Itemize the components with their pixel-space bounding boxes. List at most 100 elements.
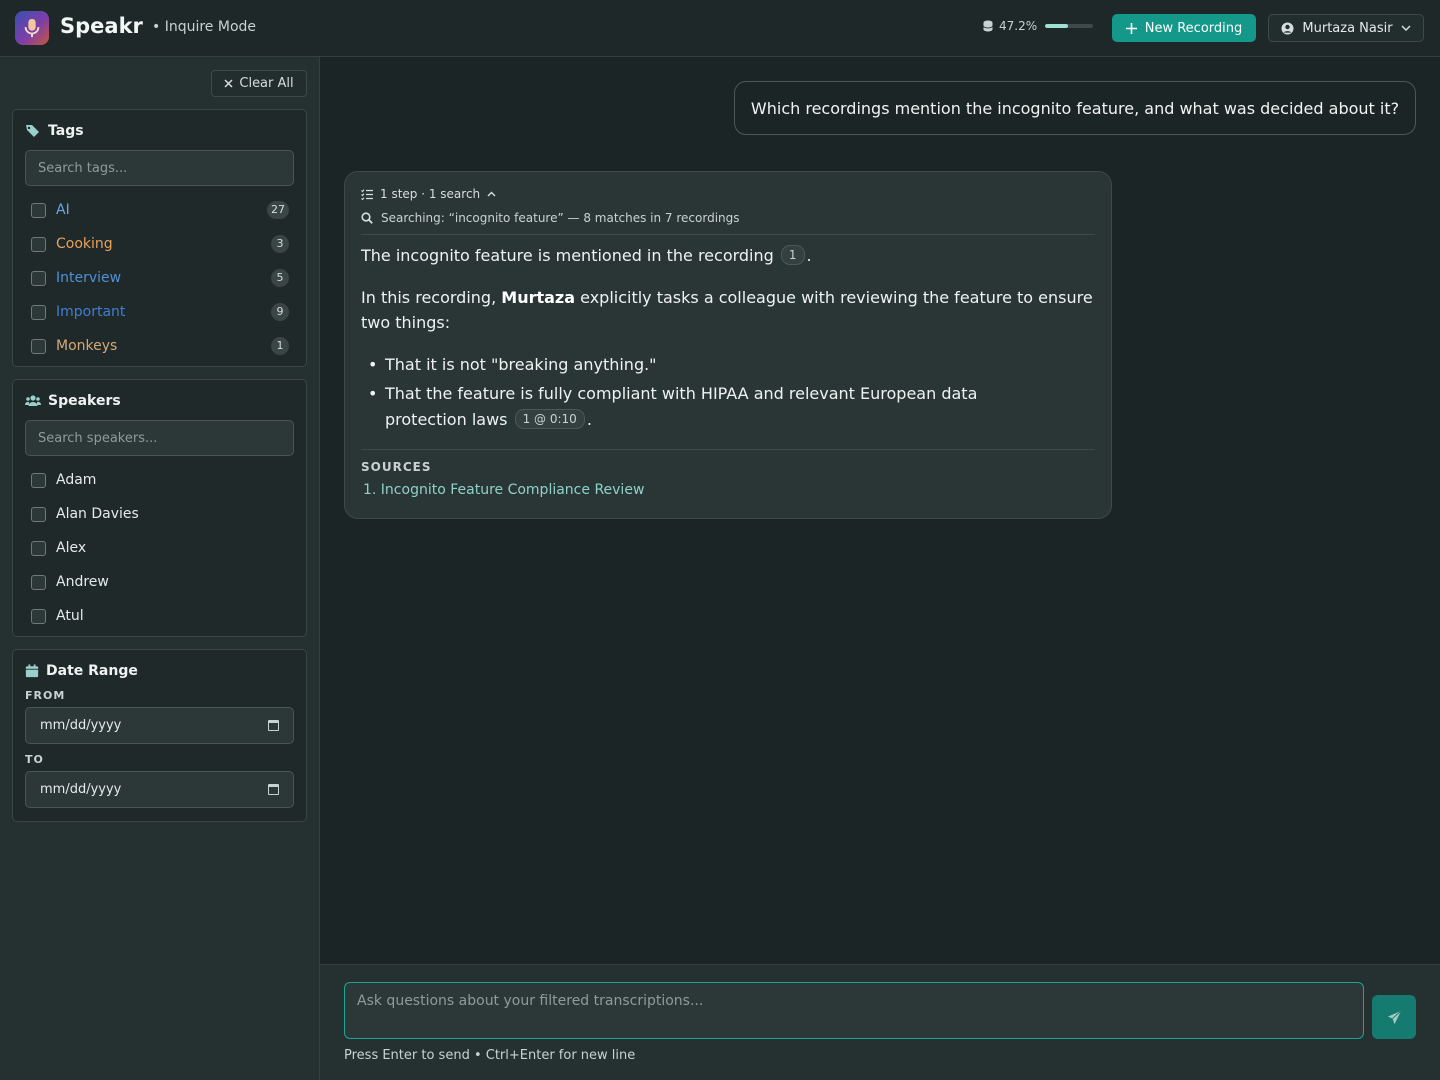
tag-checkbox[interactable]	[31, 304, 46, 320]
citation-badge[interactable]: 1 @ 0:10	[514, 409, 585, 429]
date-range-title: Date Range	[25, 663, 138, 679]
mode-label: • Inquire Mode	[152, 19, 257, 35]
tag-search-input[interactable]	[25, 150, 294, 186]
tag-checkbox[interactable]	[31, 270, 46, 286]
new-recording-button[interactable]: New Recording	[1112, 14, 1256, 42]
search-step-text: Searching: “incognito feature” — 8 match…	[381, 211, 740, 225]
user-circle-icon	[1281, 22, 1294, 34]
source-link[interactable]: 1. Incognito Feature Compliance Review	[363, 482, 644, 498]
app-title: Speakr	[60, 14, 143, 38]
storage-percent: 47.2%	[999, 19, 1038, 33]
answer-bullet-list: That it is not "breaking anything." That…	[361, 352, 1101, 436]
chat-input[interactable]	[344, 982, 1364, 1039]
calendar-icon	[25, 664, 39, 678]
speaker-checkbox[interactable]	[31, 472, 46, 488]
tag-label: Important	[56, 304, 126, 320]
speaker-checkbox[interactable]	[31, 574, 46, 590]
speaker-item[interactable]: Adam	[31, 470, 289, 490]
answer-paragraph: In this recording, Murtaza explicitly ta…	[361, 288, 1093, 332]
user-name: Murtaza Nasir	[1302, 20, 1393, 36]
sources-title: SOURCES	[361, 460, 432, 474]
users-icon	[25, 395, 41, 406]
tag-label: Monkeys	[56, 338, 118, 354]
tag-label: AI	[56, 202, 70, 218]
steps-label: 1 step · 1 search	[380, 187, 481, 201]
send-button[interactable]	[1372, 995, 1416, 1039]
tag-label: Interview	[56, 270, 122, 286]
search-icon	[361, 212, 373, 224]
speaker-highlight: Murtaza	[501, 288, 576, 307]
app-header: Speakr • Inquire Mode 47.2% New Recordin…	[0, 0, 1440, 57]
speaker-label: Alan Davies	[56, 506, 139, 522]
speaker-checkbox[interactable]	[31, 506, 46, 522]
answer-paragraph: The incognito feature is mentioned in th…	[361, 245, 812, 265]
tag-checkbox[interactable]	[31, 236, 46, 252]
tag-checkbox[interactable]	[31, 338, 46, 354]
clear-all-button[interactable]: Clear All	[211, 70, 307, 97]
new-recording-label: New Recording	[1144, 20, 1243, 36]
to-label: TO	[25, 753, 44, 766]
speaker-label: Alex	[56, 540, 87, 556]
tag-item-monkeys[interactable]: Monkeys 1	[31, 336, 289, 356]
user-menu-button[interactable]: Murtaza Nasir	[1268, 14, 1424, 42]
chevron-down-icon	[1401, 25, 1411, 31]
tag-count: 1	[271, 337, 289, 355]
speaker-item[interactable]: Alan Davies	[31, 504, 289, 524]
tag-label: Cooking	[56, 236, 113, 252]
app-logo	[15, 11, 49, 45]
tags-title: Tags	[25, 123, 84, 139]
speaker-search-input[interactable]	[25, 420, 294, 456]
speakers-title: Speakers	[25, 393, 121, 409]
tag-item-interview[interactable]: Interview 5	[31, 268, 289, 288]
microphone-icon	[24, 18, 40, 38]
tags-panel: Tags AI 27 Cooking 3 Interview 5 Importa…	[12, 109, 307, 367]
tags-icon	[26, 125, 39, 137]
tag-checkbox[interactable]	[31, 202, 46, 218]
from-date-value: mm/dd/yyyy	[40, 718, 122, 733]
tag-item-ai[interactable]: AI 27	[31, 200, 289, 220]
speaker-label: Andrew	[56, 574, 109, 590]
date-range-panel: Date Range FROM mm/dd/yyyy TO mm/dd/yyyy	[12, 649, 307, 822]
steps-toggle[interactable]: 1 step · 1 search	[361, 187, 496, 201]
speaker-item[interactable]: Andrew	[31, 572, 289, 592]
list-check-icon	[361, 188, 373, 200]
tag-item-cooking[interactable]: Cooking 3	[31, 234, 289, 254]
speaker-checkbox[interactable]	[31, 540, 46, 556]
storage-bar	[1045, 24, 1094, 28]
storage-indicator: 47.2%	[983, 19, 1094, 33]
divider	[361, 449, 1095, 450]
to-date-input[interactable]: mm/dd/yyyy	[25, 771, 294, 808]
tag-item-important[interactable]: Important 9	[31, 302, 289, 322]
tag-count: 27	[267, 201, 289, 219]
close-icon	[224, 79, 233, 88]
storage-bar-fill	[1045, 24, 1068, 28]
clear-all-label: Clear All	[239, 76, 294, 91]
filter-sidebar: Clear All Tags AI 27 Cooking 3 Interview…	[0, 57, 320, 1080]
list-item: That it is not "breaking anything."	[361, 352, 1101, 378]
speaker-item[interactable]: Atul	[31, 606, 289, 626]
plus-icon	[1125, 22, 1137, 34]
speaker-checkbox[interactable]	[31, 608, 46, 624]
list-item: That the feature is fully compliant with…	[361, 381, 1001, 433]
tag-count: 5	[271, 269, 289, 287]
search-step: Searching: “incognito feature” — 8 match…	[361, 211, 740, 225]
speaker-item[interactable]: Alex	[31, 538, 289, 558]
send-icon	[1387, 1010, 1401, 1024]
divider	[361, 234, 1095, 235]
tag-count: 9	[271, 303, 289, 321]
speaker-label: Adam	[56, 472, 97, 488]
speaker-label: Atul	[56, 608, 84, 624]
citation-badge[interactable]: 1	[780, 245, 805, 265]
calendar-icon[interactable]	[268, 720, 279, 731]
speakers-panel: Speakers Adam Alan Davies Alex Andrew At…	[12, 379, 307, 637]
chat-input-area: Press Enter to send • Ctrl+Enter for new…	[320, 964, 1440, 1080]
user-message-text: Which recordings mention the incognito f…	[750, 98, 1400, 118]
tag-count: 3	[271, 235, 289, 253]
user-message: Which recordings mention the incognito f…	[734, 81, 1416, 135]
database-icon	[983, 20, 993, 32]
chevron-up-icon	[487, 191, 496, 197]
input-hint: Press Enter to send • Ctrl+Enter for new…	[344, 1048, 636, 1063]
from-date-input[interactable]: mm/dd/yyyy	[25, 707, 294, 744]
calendar-icon[interactable]	[268, 784, 279, 795]
to-date-value: mm/dd/yyyy	[40, 782, 122, 797]
